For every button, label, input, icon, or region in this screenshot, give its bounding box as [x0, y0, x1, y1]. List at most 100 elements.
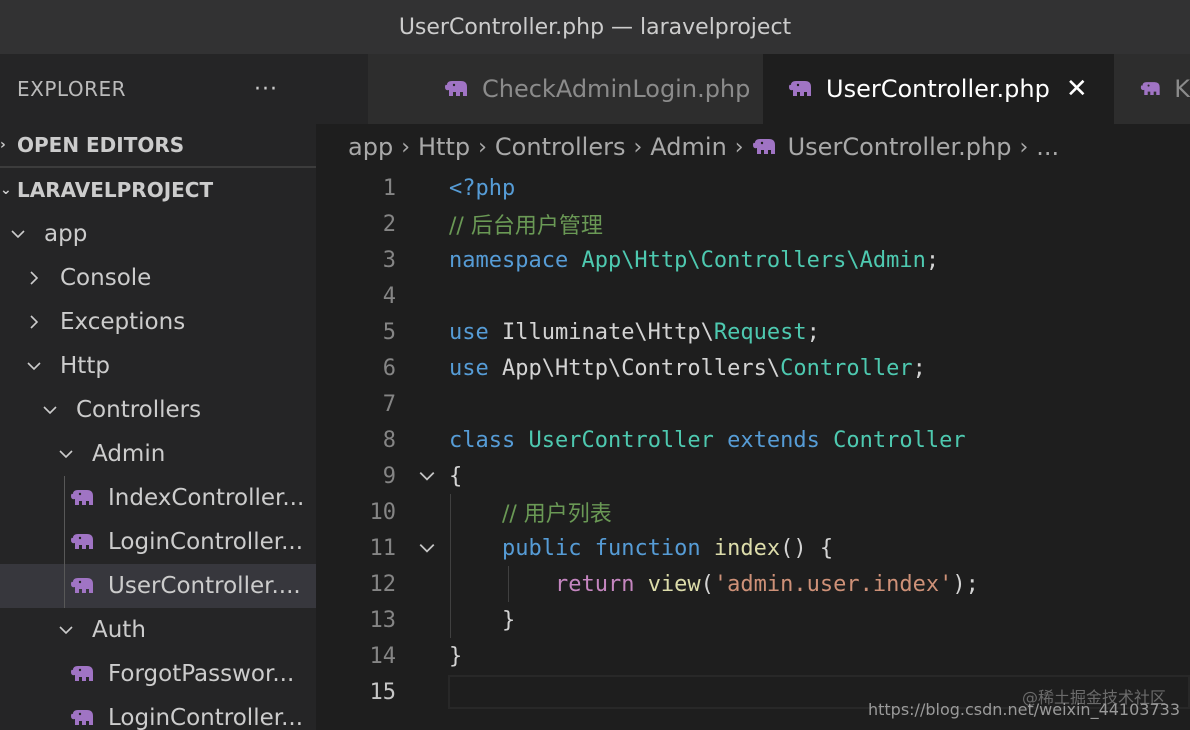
php-elephant-icon [70, 488, 96, 508]
tree-item-label: Controllers [76, 397, 202, 423]
code-token: <?php [449, 175, 516, 201]
close-icon[interactable]: ✕ [1066, 74, 1088, 104]
chevron-right-icon [24, 268, 44, 288]
chevron-right-icon: › [633, 134, 643, 160]
code-line[interactable]: 14} [316, 638, 1190, 674]
tree-file[interactable]: LoginController... [0, 696, 316, 730]
tree-item-label: Exceptions [60, 309, 186, 335]
code-text: use App\Http\Controllers\Controller; [449, 356, 926, 381]
tab-overflow[interactable]: K [1114, 54, 1190, 124]
code-token: // 后台用户管理 [449, 214, 603, 239]
line-number: 6 [382, 355, 396, 381]
code-line[interactable]: 10 // 用户列表 [316, 494, 1190, 530]
fold-chevron-icon[interactable] [416, 537, 438, 559]
php-elephant-icon [445, 81, 467, 96]
tab-usercontroller[interactable]: UserController.php ✕ [764, 54, 1114, 124]
code-line[interactable]: 6 use App\Http\Controllers\Controller; [316, 350, 1190, 386]
code-token: use [449, 355, 502, 381]
code-token: // 用户列表 [501, 502, 612, 527]
code-text: { [449, 464, 462, 489]
code-token: Controller [780, 355, 913, 381]
code-line[interactable]: 4 [316, 278, 1190, 314]
code-line[interactable]: 1 <?php [316, 170, 1190, 206]
tree-folder[interactable]: Exceptions [0, 300, 316, 344]
code-line[interactable]: 3 namespace App\Http\Controllers\Admin; [316, 242, 1190, 278]
code-token: () { [780, 535, 834, 561]
tree-folder[interactable]: Auth [0, 608, 316, 652]
line-number: 5 [382, 319, 396, 345]
code-token: index [713, 535, 781, 561]
code-line[interactable]: 12 return view('admin.user.index'); [316, 566, 1190, 602]
line-number: 10 [369, 499, 397, 525]
code-token: return [554, 571, 648, 597]
code-text: public function index() { [449, 536, 833, 561]
chevron-right-icon: › [401, 134, 410, 160]
code-line[interactable]: 9{ [316, 458, 1190, 494]
tree-folder[interactable]: Http [0, 344, 316, 388]
code-line[interactable]: 2 // 后台用户管理 [316, 206, 1190, 242]
code-line[interactable]: 11 public function index() { [316, 530, 1190, 566]
chevron-down-icon [56, 444, 76, 464]
php-elephant-icon [752, 139, 775, 154]
file-tree: app Console Exceptions Http Controllers Admin… [0, 212, 316, 730]
chevron-right-icon [24, 312, 44, 332]
code-text: } [449, 644, 462, 669]
code-line[interactable]: 8 class UserController extends Controller [316, 422, 1190, 458]
code-token: } [449, 607, 516, 633]
window-title: UserController.php — laravelproject [398, 14, 792, 40]
fold-chevron-icon[interactable] [416, 465, 438, 487]
tree-folder[interactable]: Controllers [0, 388, 316, 432]
code-editor[interactable]: 1 <?php 2 // 后台用户管理 3 namespace App\Http\Cont… [316, 170, 1190, 730]
project-section[interactable]: ⌄ LARAVELPROJECT [0, 168, 316, 212]
code-token: use [449, 319, 502, 345]
code-text: <?php [449, 176, 515, 201]
more-actions-icon[interactable]: ··· [254, 77, 278, 102]
tree-item-label: app [44, 221, 88, 247]
code-token: App\Http\Controllers\Admin [581, 247, 926, 273]
code-text: class UserController extends Controller [449, 428, 966, 453]
breadcrumb-item[interactable]: Admin [650, 133, 727, 161]
code-token: 'admin.user.index' [713, 571, 953, 597]
indent-guide [64, 476, 65, 608]
open-editors-section[interactable]: › OPEN EDITORS [0, 124, 316, 168]
indent-guide [450, 494, 451, 638]
code-text: // 用户列表 [449, 496, 612, 528]
breadcrumb-item[interactable]: Controllers [495, 133, 626, 161]
code-token: ; [806, 319, 820, 345]
code-token: namespace [449, 247, 582, 273]
tree-item-label: Admin [92, 441, 166, 467]
php-elephant-icon [70, 708, 96, 728]
code-token: ); [952, 571, 979, 597]
breadcrumb-item[interactable]: ... [1036, 133, 1059, 161]
line-number: 1 [382, 175, 396, 201]
code-line[interactable]: 7 [316, 386, 1190, 422]
line-number: 9 [382, 463, 396, 489]
php-elephant-icon [1140, 82, 1160, 95]
tree-folder[interactable]: app [0, 212, 316, 256]
code-token: ; [925, 247, 940, 273]
code-token: function [594, 535, 714, 561]
tree-file[interactable]: IndexController... [0, 476, 316, 520]
explorer-header: EXPLORER ··· [0, 54, 316, 124]
code-token: view [647, 571, 701, 597]
code-line[interactable]: 5 use Illuminate\Http\Request; [316, 314, 1190, 350]
tree-folder[interactable]: Admin [0, 432, 316, 476]
tab-checkadminlogin[interactable]: CheckAdminLogin.php [368, 54, 764, 124]
code-token: extends [727, 427, 834, 453]
tree-folder[interactable]: Console [0, 256, 316, 300]
breadcrumb-item[interactable]: Http [418, 133, 470, 161]
tree-item-label: Http [60, 353, 110, 379]
breadcrumb-item[interactable]: UserController.php [788, 133, 1012, 161]
php-elephant-icon [70, 576, 96, 596]
tree-file[interactable]: UserController.... [0, 564, 316, 608]
code-line[interactable]: 13 } [316, 602, 1190, 638]
chevron-right-icon: › [478, 134, 487, 160]
tree-item-label: Auth [92, 617, 146, 643]
tree-item-label: IndexController... [108, 485, 305, 511]
breadcrumb-item[interactable]: app [348, 133, 393, 161]
chevron-right-icon: › [1019, 134, 1029, 160]
tree-file[interactable]: LoginController... [0, 520, 316, 564]
code-text: } [449, 608, 515, 633]
tree-file[interactable]: ForgotPasswor... [0, 652, 316, 696]
